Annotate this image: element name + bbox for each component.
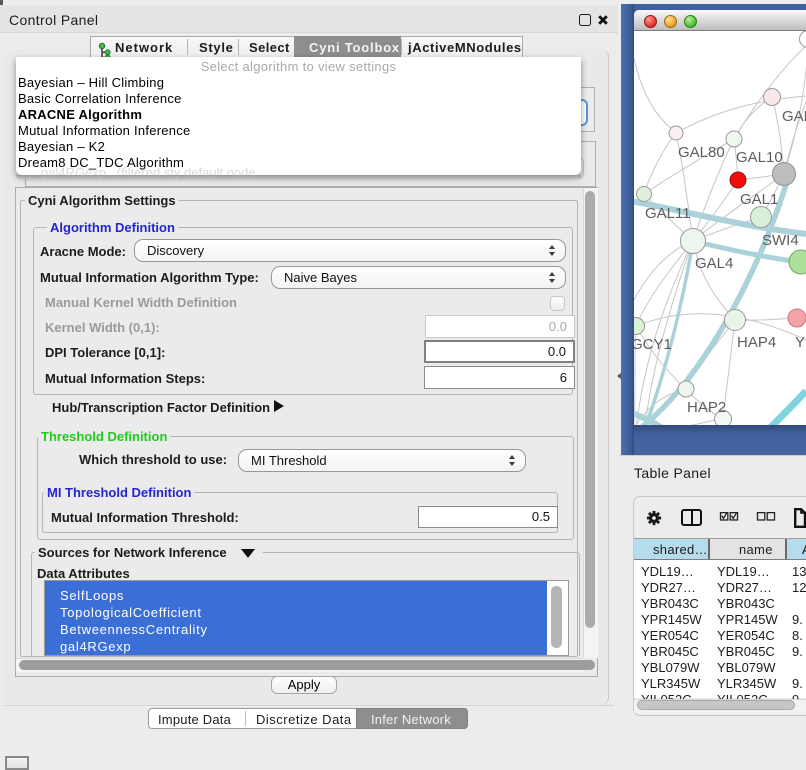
svg-text:HAP4: HAP4 bbox=[737, 334, 776, 351]
svg-text:GAL: GAL bbox=[782, 108, 806, 125]
svg-text:GAL4: GAL4 bbox=[695, 255, 733, 272]
svg-text:HAP2: HAP2 bbox=[687, 399, 726, 416]
svg-text:GAL11: GAL11 bbox=[645, 205, 691, 222]
svg-text:SWI4: SWI4 bbox=[762, 232, 799, 249]
svg-text:GAL10: GAL10 bbox=[736, 149, 783, 166]
svg-text:GCY1: GCY1 bbox=[634, 336, 672, 353]
svg-text:GAL1: GAL1 bbox=[740, 191, 778, 208]
svg-text:GAL80: GAL80 bbox=[678, 144, 725, 161]
svg-text:Y: Y bbox=[795, 334, 805, 351]
